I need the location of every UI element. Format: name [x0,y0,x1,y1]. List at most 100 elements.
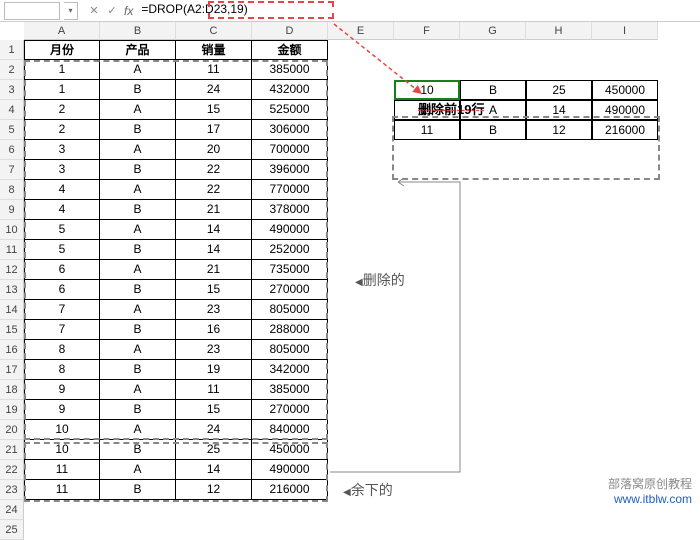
cell[interactable]: 6 [24,260,100,280]
cell[interactable]: 216000 [252,480,328,500]
cell[interactable]: B [100,160,176,180]
cell[interactable]: 252000 [252,240,328,260]
row-header[interactable]: 17 [0,360,24,380]
row-header[interactable]: 13 [0,280,24,300]
cell[interactable]: 19 [176,360,252,380]
cell[interactable]: 8 [24,340,100,360]
cell[interactable]: 7 [24,300,100,320]
col-header-i[interactable]: I [592,22,658,40]
cell[interactable]: 270000 [252,400,328,420]
cell[interactable]: 17 [176,120,252,140]
row-header[interactable]: 25 [0,520,24,540]
row-header[interactable]: 11 [0,240,24,260]
cell[interactable]: 24 [176,80,252,100]
row-header[interactable]: 22 [0,460,24,480]
cell[interactable]: 432000 [252,80,328,100]
name-box-dropdown[interactable]: ▾ [64,2,78,20]
cell[interactable]: 342000 [252,360,328,380]
cell[interactable]: A [460,100,526,120]
cell[interactable]: 3 [24,140,100,160]
cell[interactable]: 840000 [252,420,328,440]
cell[interactable]: 10 [24,440,100,460]
cell[interactable]: 11 [394,100,460,120]
fx-icon[interactable]: fx [124,4,133,18]
cell[interactable]: A [100,100,176,120]
header-product[interactable]: 产品 [100,40,176,60]
grid[interactable]: 月份 产品 销量 金额 1A113850001B244320002A155250… [24,40,328,500]
cell[interactable]: 21 [176,200,252,220]
cell[interactable]: A [100,420,176,440]
cell[interactable]: 385000 [252,380,328,400]
cell[interactable]: 14 [526,100,592,120]
row-header[interactable]: 3 [0,80,24,100]
cell[interactable]: 11 [176,380,252,400]
cell[interactable]: 385000 [252,60,328,80]
row-header[interactable]: 9 [0,200,24,220]
cell[interactable]: 770000 [252,180,328,200]
cell[interactable]: 10 [394,80,460,100]
cell[interactable]: B [100,320,176,340]
cancel-icon[interactable]: ✕ [86,3,102,19]
cell[interactable]: 5 [24,220,100,240]
cell[interactable]: 9 [24,400,100,420]
row-header[interactable]: 12 [0,260,24,280]
cell[interactable]: 8 [24,360,100,380]
cell[interactable]: 1 [24,60,100,80]
row-header[interactable]: 8 [0,180,24,200]
col-header-a[interactable]: A [24,22,100,40]
cell[interactable]: A [100,180,176,200]
cell[interactable]: 6 [24,280,100,300]
cell[interactable]: 24 [176,420,252,440]
cell[interactable]: 700000 [252,140,328,160]
col-header-h[interactable]: H [526,22,592,40]
row-header[interactable]: 2 [0,60,24,80]
cell[interactable]: 25 [176,440,252,460]
cell[interactable]: B [460,80,526,100]
cell[interactable]: 4 [24,200,100,220]
cell[interactable]: 21 [176,260,252,280]
cell[interactable]: 14 [176,240,252,260]
col-header-g[interactable]: G [460,22,526,40]
cell[interactable]: A [100,220,176,240]
cell[interactable]: 15 [176,400,252,420]
cell[interactable]: 805000 [252,300,328,320]
row-header[interactable]: 4 [0,100,24,120]
cell[interactable]: 9 [24,380,100,400]
cell[interactable]: 378000 [252,200,328,220]
cell[interactable]: 2 [24,120,100,140]
header-sales[interactable]: 销量 [176,40,252,60]
cell[interactable]: 15 [176,100,252,120]
cell[interactable]: 25 [526,80,592,100]
cell[interactable]: B [100,280,176,300]
cell[interactable]: 16 [176,320,252,340]
cell[interactable]: 805000 [252,340,328,360]
col-header-e[interactable]: E [328,22,394,40]
cell[interactable]: 7 [24,320,100,340]
cell[interactable]: 20 [176,140,252,160]
header-month[interactable]: 月份 [24,40,100,60]
cell[interactable]: 11 [24,480,100,500]
cell[interactable]: B [100,80,176,100]
cell[interactable]: 4 [24,180,100,200]
col-header-b[interactable]: B [100,22,176,40]
cell[interactable]: 2 [24,100,100,120]
cell[interactable]: 22 [176,180,252,200]
cell[interactable]: 270000 [252,280,328,300]
row-header[interactable]: 7 [0,160,24,180]
cell[interactable]: 735000 [252,260,328,280]
cell[interactable]: A [100,60,176,80]
accept-icon[interactable]: ✓ [104,3,120,19]
cell[interactable]: A [100,300,176,320]
cell[interactable]: 14 [176,220,252,240]
cell[interactable]: B [100,200,176,220]
row-header[interactable]: 16 [0,340,24,360]
cell[interactable]: 306000 [252,120,328,140]
cell[interactable]: A [100,340,176,360]
header-amount[interactable]: 金额 [252,40,328,60]
cell[interactable]: A [100,260,176,280]
row-header[interactable]: 23 [0,480,24,500]
cell[interactable]: 450000 [592,80,658,100]
cell[interactable]: 288000 [252,320,328,340]
row-header[interactable]: 5 [0,120,24,140]
cell[interactable]: 3 [24,160,100,180]
